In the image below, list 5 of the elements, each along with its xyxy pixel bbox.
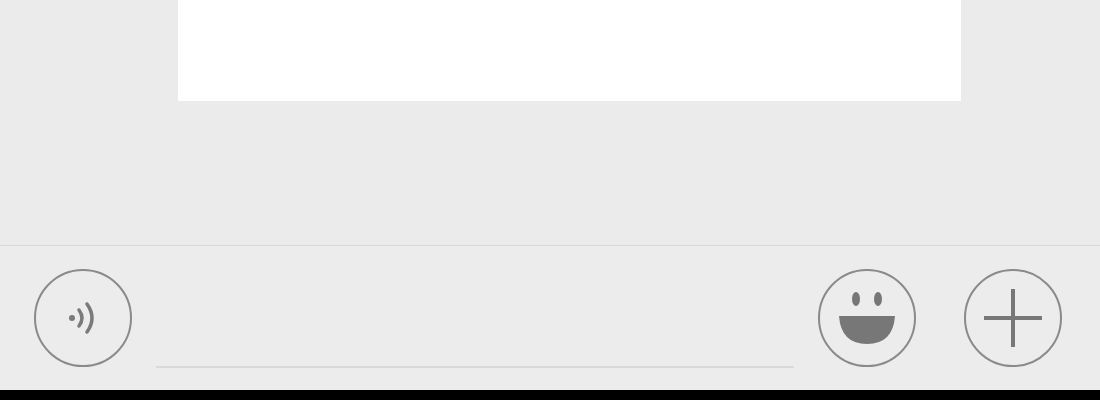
- plus-icon: [982, 287, 1044, 349]
- emoji-button[interactable]: [818, 269, 916, 367]
- more-button[interactable]: [964, 269, 1062, 367]
- voice-button[interactable]: [34, 269, 132, 367]
- smiley-icon: [837, 290, 897, 346]
